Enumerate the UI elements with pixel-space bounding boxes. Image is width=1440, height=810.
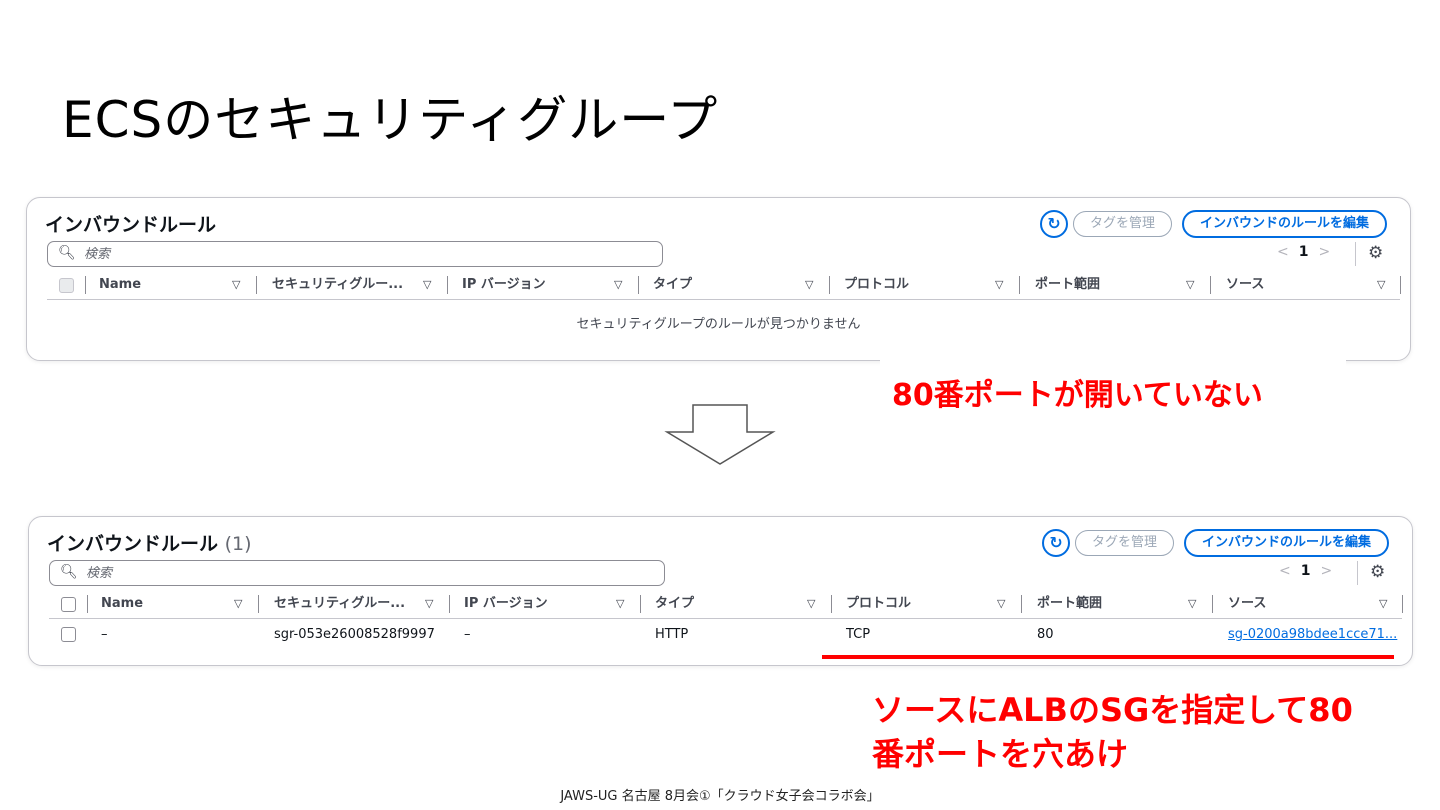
select-all-checkbox[interactable]	[59, 278, 74, 293]
highlight-underline	[822, 655, 1394, 659]
slide-footer: JAWS-UG 名古屋 8月会①「クラウド女子会コラボ会」	[560, 789, 880, 804]
column-separator	[1021, 595, 1022, 613]
header-divider	[47, 299, 1400, 300]
cell-port-range: 80	[1037, 627, 1054, 642]
manage-tags-button[interactable]: タグを管理	[1075, 530, 1175, 556]
column-separator	[831, 595, 832, 613]
column-header-type[interactable]: タイプ	[653, 274, 692, 296]
sort-down-icon[interactable]: ▽	[614, 274, 622, 296]
pagination: <1 >	[1277, 244, 1330, 260]
page-number[interactable]: 1	[1299, 244, 1309, 260]
annotation-port-closed: 80番ポートが開いていない	[892, 378, 1263, 413]
cell-name: –	[101, 627, 108, 642]
next-page-icon[interactable]: >	[1320, 563, 1332, 579]
column-separator	[85, 276, 86, 294]
annotation-line-1: ソースにALBのSGを指定して80	[872, 691, 1353, 729]
search-box[interactable]: 🔍︎	[47, 241, 663, 267]
prev-page-icon[interactable]: <	[1279, 563, 1291, 579]
column-separator	[258, 595, 259, 613]
column-header-port-range[interactable]: ポート範囲	[1037, 593, 1102, 615]
search-icon: 🔍︎	[60, 564, 78, 580]
cell-source-link[interactable]: sg-0200a98bdee1cce71...	[1228, 627, 1397, 642]
annotation-line-2: 番ポートを穴あけ	[872, 735, 1129, 773]
divider	[1355, 242, 1356, 266]
page-number[interactable]: 1	[1301, 563, 1311, 579]
column-separator	[1400, 276, 1401, 294]
panel-heading: インバウンドルール	[45, 214, 217, 236]
annotation-port-opened: ソースにALBのSGを指定して80 番ポートを穴あけ	[872, 688, 1353, 776]
column-header-name[interactable]: Name	[99, 274, 141, 296]
sort-down-icon[interactable]: ▽	[995, 274, 1003, 296]
sort-down-icon[interactable]: ▽	[805, 274, 813, 296]
panel-heading: インバウンドルール (1)	[47, 533, 252, 555]
column-header-security-group-rule[interactable]: セキュリティグルー...	[274, 593, 405, 615]
next-page-icon[interactable]: >	[1318, 244, 1330, 260]
sort-down-icon[interactable]: ▽	[1186, 274, 1194, 296]
sort-down-icon[interactable]: ▽	[234, 593, 242, 615]
inbound-rules-panel-after: インバウンドルール (1) ↻ タグを管理 インバウンドのルールを編集 🔍︎ <…	[28, 516, 1413, 666]
column-header-security-group-rule[interactable]: セキュリティグルー...	[272, 274, 403, 296]
row-checkbox[interactable]	[61, 627, 76, 642]
column-separator	[447, 276, 448, 294]
gear-icon[interactable]: ⚙	[1370, 562, 1385, 582]
sort-down-icon[interactable]: ▽	[232, 274, 240, 296]
pagination: <1 >	[1279, 563, 1332, 579]
table-header: Name ▽ セキュリティグルー... ▽ IP バージョン ▽ タイプ ▽ プ…	[49, 593, 1404, 615]
sort-down-icon[interactable]: ▽	[1379, 593, 1387, 615]
edit-inbound-rules-button[interactable]: インバウンドのルールを編集	[1182, 210, 1388, 238]
header-divider	[49, 618, 1402, 619]
cell-type: HTTP	[655, 627, 689, 642]
cell-protocol: TCP	[846, 627, 871, 642]
empty-message: セキュリティグループのルールが見つかりません	[576, 317, 861, 332]
refresh-icon[interactable]: ↻	[1040, 210, 1068, 238]
search-icon: 🔍︎	[58, 245, 76, 261]
manage-tags-button[interactable]: タグを管理	[1073, 211, 1173, 237]
column-header-source[interactable]: ソース	[1226, 274, 1264, 296]
column-separator	[1402, 595, 1403, 613]
column-header-protocol[interactable]: プロトコル	[846, 593, 911, 615]
column-header-ip-version[interactable]: IP バージョン	[462, 274, 546, 296]
column-header-name[interactable]: Name	[101, 593, 143, 615]
column-separator	[1210, 276, 1211, 294]
sort-down-icon[interactable]: ▽	[807, 593, 815, 615]
sort-down-icon[interactable]: ▽	[1188, 593, 1196, 615]
down-arrow-icon	[664, 404, 776, 465]
column-separator	[87, 595, 88, 613]
column-separator	[449, 595, 450, 613]
sort-down-icon[interactable]: ▽	[616, 593, 624, 615]
sort-down-icon[interactable]: ▽	[425, 593, 433, 615]
column-separator	[1212, 595, 1213, 613]
search-input[interactable]	[82, 243, 646, 265]
column-separator	[640, 595, 641, 613]
search-box[interactable]: 🔍︎	[49, 560, 665, 586]
column-separator	[829, 276, 830, 294]
divider	[1357, 561, 1358, 585]
sort-down-icon[interactable]: ▽	[423, 274, 431, 296]
column-separator	[638, 276, 639, 294]
rule-count: (1)	[224, 533, 252, 555]
cell-security-group-rule: sgr-053e26008528f9997	[274, 627, 435, 642]
sort-down-icon[interactable]: ▽	[997, 593, 1005, 615]
panel-border-gap	[880, 352, 1346, 366]
column-header-ip-version[interactable]: IP バージョン	[464, 593, 548, 615]
cell-ip-version: –	[464, 627, 471, 642]
sort-down-icon[interactable]: ▽	[1377, 274, 1385, 296]
column-header-protocol[interactable]: プロトコル	[844, 274, 909, 296]
search-input[interactable]	[84, 562, 648, 584]
column-header-type[interactable]: タイプ	[655, 593, 694, 615]
column-separator	[1019, 276, 1020, 294]
column-header-source[interactable]: ソース	[1228, 593, 1266, 615]
column-separator	[256, 276, 257, 294]
inbound-rules-panel-before: インバウンドルール ↻ タグを管理 インバウンドのルールを編集 🔍︎ <1 > ⚙…	[26, 197, 1411, 361]
edit-inbound-rules-button[interactable]: インバウンドのルールを編集	[1184, 529, 1390, 557]
prev-page-icon[interactable]: <	[1277, 244, 1289, 260]
column-header-port-range[interactable]: ポート範囲	[1035, 274, 1100, 296]
refresh-icon[interactable]: ↻	[1042, 529, 1070, 557]
gear-icon[interactable]: ⚙	[1368, 243, 1383, 263]
slide-title: ECSのセキュリティグループ	[62, 91, 719, 149]
table-header: Name ▽ セキュリティグルー... ▽ IP バージョン ▽ タイプ ▽ プ…	[47, 274, 1402, 296]
select-all-checkbox[interactable]	[61, 597, 76, 612]
